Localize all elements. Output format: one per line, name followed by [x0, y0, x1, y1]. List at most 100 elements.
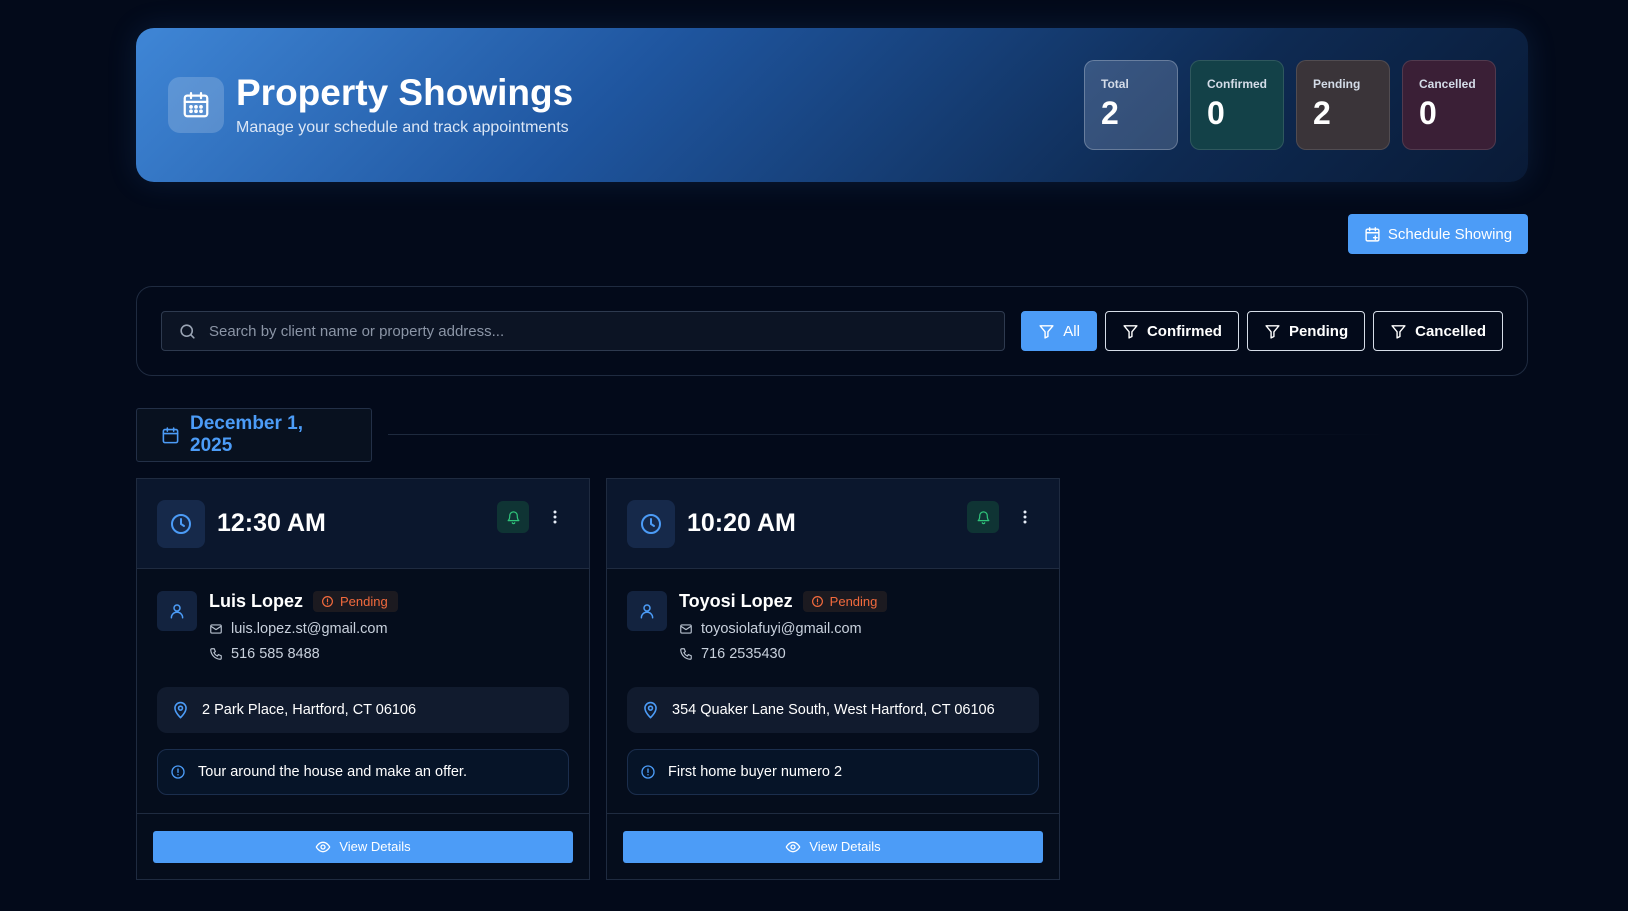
- alert-circle-icon: [321, 595, 334, 608]
- date-label: December 1, 2025: [190, 413, 304, 456]
- alert-circle-icon: [811, 595, 824, 608]
- more-options-button[interactable]: [543, 501, 567, 533]
- filter-all-button[interactable]: All: [1021, 311, 1097, 351]
- filter-pending-button[interactable]: Pending: [1246, 311, 1366, 351]
- showing-card: 12:30 AM Luis Lopez Pending luis.lopez.s…: [136, 478, 590, 880]
- bell-icon: [976, 510, 991, 525]
- schedule-showing-button[interactable]: Schedule Showing: [1348, 214, 1528, 254]
- schedule-showing-label: Schedule Showing: [1387, 225, 1513, 243]
- calendar-icon: [161, 426, 180, 445]
- card-footer: View Details: [607, 813, 1059, 879]
- stat-total: Total 2: [1084, 60, 1178, 150]
- property-address: 2 Park Place, Hartford, CT 06106: [157, 687, 569, 733]
- client-name: Toyosi Lopez: [679, 591, 793, 611]
- map-pin-icon: [641, 701, 660, 720]
- status-badge: Pending: [802, 591, 888, 612]
- clock-icon: [157, 499, 205, 548]
- stat-pending: Pending 2: [1296, 60, 1390, 150]
- phone-icon: [209, 647, 223, 661]
- phone-text: 716 2535430: [701, 646, 786, 662]
- clock-icon: [627, 499, 675, 548]
- note-text: Tour around the house and make an offer.: [198, 764, 467, 780]
- eye-icon: [785, 839, 801, 855]
- filter-icon: [1038, 323, 1055, 340]
- address-text: 354 Quaker Lane South, West Hartford, CT…: [672, 702, 995, 718]
- stats-group: Total 2 Confirmed 0 Pending 2 Cancelled …: [1084, 60, 1496, 150]
- filter-icon: [1122, 323, 1139, 340]
- view-details-label: View Details: [339, 839, 411, 854]
- user-icon: [157, 591, 197, 631]
- search-icon: [178, 322, 197, 341]
- filter-pending-label: Pending: [1288, 322, 1349, 340]
- view-details-button[interactable]: View Details: [623, 830, 1043, 863]
- client-email: toyosiolafuyi@gmail.com: [679, 621, 887, 637]
- info-icon: [640, 764, 656, 780]
- filter-confirmed-button[interactable]: Confirmed: [1104, 311, 1239, 351]
- reminder-button[interactable]: [497, 501, 529, 533]
- email-text: luis.lopez.st@gmail.com: [231, 621, 388, 637]
- status-label: Pending: [340, 594, 388, 609]
- bell-icon: [506, 510, 521, 525]
- stat-confirmed-label: Confirmed: [1207, 77, 1267, 91]
- date-group-header: December 1, 2025: [136, 408, 372, 462]
- mail-icon: [209, 622, 223, 636]
- filter-cancelled-label: Cancelled: [1415, 322, 1486, 340]
- view-details-label: View Details: [809, 839, 881, 854]
- property-address: 354 Quaker Lane South, West Hartford, CT…: [627, 687, 1039, 733]
- showing-time: 10:20 AM: [687, 509, 796, 537]
- stat-total-value: 2: [1101, 95, 1119, 131]
- card-header: 12:30 AM: [137, 479, 589, 569]
- filter-icon: [1264, 323, 1281, 340]
- info-icon: [170, 764, 186, 780]
- calendar-plus-icon: [1364, 226, 1381, 243]
- client-email: luis.lopez.st@gmail.com: [209, 621, 398, 637]
- showing-note: First home buyer numero 2: [627, 749, 1039, 795]
- filter-all-label: All: [1063, 322, 1080, 340]
- stat-total-label: Total: [1101, 77, 1129, 91]
- client-section: Luis Lopez Pending luis.lopez.st@gmail.c…: [137, 569, 589, 687]
- note-text: First home buyer numero 2: [668, 764, 843, 780]
- filter-icon: [1390, 323, 1407, 340]
- stat-confirmed-value: 0: [1207, 95, 1225, 131]
- search-box[interactable]: [161, 311, 1006, 351]
- client-name: Luis Lopez: [209, 591, 303, 611]
- filter-cancelled-button[interactable]: Cancelled: [1373, 311, 1503, 351]
- showing-note: Tour around the house and make an offer.: [157, 749, 569, 795]
- map-pin-icon: [171, 701, 190, 720]
- divider: [388, 434, 1388, 435]
- stat-pending-label: Pending: [1313, 77, 1361, 91]
- search-input[interactable]: [209, 322, 989, 340]
- stat-cancelled-value: 0: [1419, 95, 1437, 131]
- user-icon: [627, 591, 667, 631]
- eye-icon: [315, 839, 331, 855]
- status-label: Pending: [829, 594, 878, 609]
- status-badge: Pending: [313, 591, 398, 612]
- calendar-icon: [168, 77, 224, 133]
- email-text: toyosiolafuyi@gmail.com: [701, 621, 862, 637]
- page-title: Property Showings: [236, 71, 574, 113]
- filter-confirmed-label: Confirmed: [1146, 322, 1222, 340]
- phone-icon: [679, 647, 693, 661]
- client-phone: 516 585 8488: [209, 646, 398, 662]
- showing-card: 10:20 AM Toyosi Lopez Pending toyosiolaf…: [606, 478, 1060, 880]
- phone-text: 516 585 8488: [231, 646, 320, 662]
- page-header: Property Showings Manage your schedule a…: [136, 28, 1528, 182]
- stat-cancelled: Cancelled 0: [1402, 60, 1496, 150]
- mail-icon: [679, 622, 693, 636]
- client-section: Toyosi Lopez Pending toyosiolafuyi@gmail…: [607, 569, 1059, 687]
- more-options-button[interactable]: [1013, 501, 1037, 533]
- showing-time: 12:30 AM: [217, 509, 326, 537]
- stat-confirmed: Confirmed 0: [1190, 60, 1284, 150]
- card-footer: View Details: [137, 813, 589, 879]
- view-details-button[interactable]: View Details: [153, 830, 573, 863]
- stat-cancelled-label: Cancelled: [1419, 77, 1476, 91]
- more-vertical-icon: [553, 510, 557, 524]
- address-text: 2 Park Place, Hartford, CT 06106: [202, 702, 417, 718]
- stat-pending-value: 2: [1313, 95, 1331, 131]
- page-subtitle: Manage your schedule and track appointme…: [236, 119, 569, 137]
- filter-bar: All Confirmed Pending Cancelled: [136, 286, 1528, 376]
- more-vertical-icon: [1023, 510, 1027, 524]
- reminder-button[interactable]: [967, 501, 999, 533]
- client-phone: 716 2535430: [679, 646, 887, 662]
- card-header: 10:20 AM: [607, 479, 1059, 569]
